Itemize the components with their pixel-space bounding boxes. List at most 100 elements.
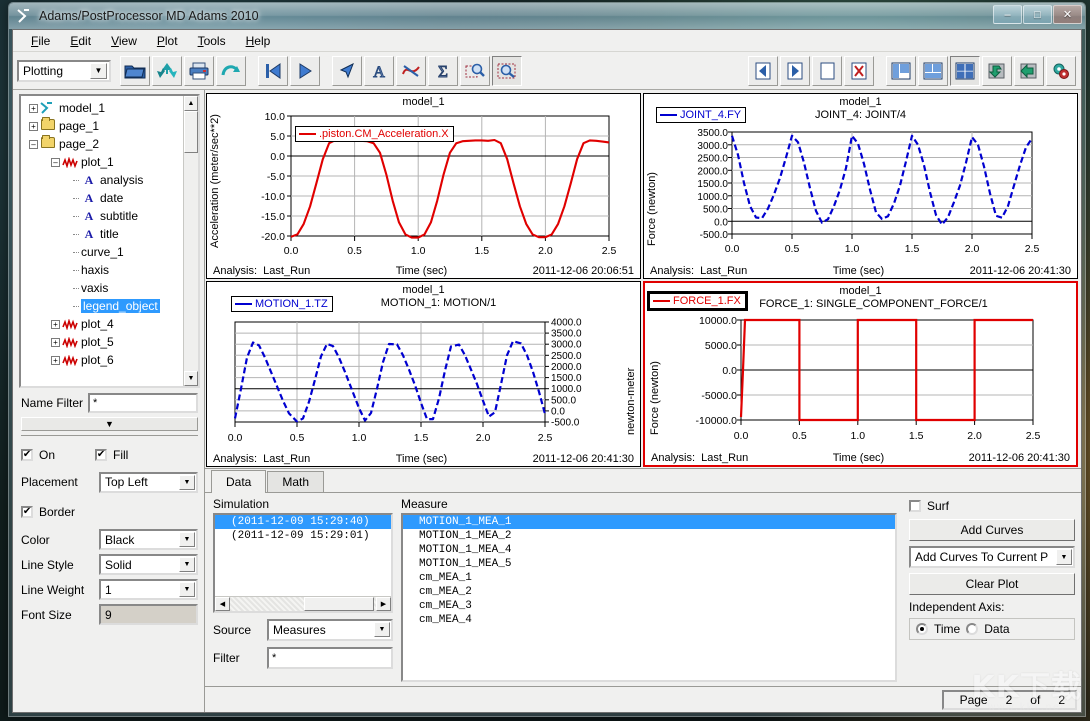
delete-page-button[interactable]: [844, 56, 874, 86]
swap-views-button[interactable]: [982, 56, 1012, 86]
scroll-left-icon[interactable]: ◀: [215, 597, 230, 611]
plot-legend-plot_1[interactable]: .piston.CM_Acceleration.X: [295, 126, 454, 142]
placement-combo[interactable]: Top Left ▼: [99, 472, 198, 493]
scroll-track[interactable]: [230, 597, 304, 611]
minimize-button[interactable]: –: [993, 5, 1022, 24]
tree-item-title[interactable]: A title: [25, 225, 198, 243]
filter-input[interactable]: *: [267, 647, 393, 669]
list-item[interactable]: MOTION_1_MEA_2: [403, 529, 895, 543]
undo-button[interactable]: [216, 56, 246, 86]
plot-legend-plot_5[interactable]: MOTION_1.TZ: [231, 296, 333, 312]
menu-plot[interactable]: Plot: [147, 32, 188, 50]
print-button[interactable]: [184, 56, 214, 86]
list-item[interactable]: (2011-12-09 15:29:40): [215, 515, 391, 529]
sigma-icon[interactable]: Σ: [428, 56, 458, 86]
on-checkbox[interactable]: ✔: [21, 449, 33, 461]
add-mode-combo[interactable]: Add Curves To Current P ▼: [909, 546, 1075, 568]
plot-cell-plot_4[interactable]: model_1 JOINT_4: JOINT/4 Force (newton) …: [643, 93, 1078, 279]
menu-file[interactable]: File: [21, 32, 60, 50]
data-radio[interactable]: [966, 623, 978, 635]
reload-button[interactable]: [152, 56, 182, 86]
prev-page-button[interactable]: [748, 56, 778, 86]
scroll-right-icon[interactable]: ▶: [376, 597, 391, 611]
maximize-button[interactable]: □: [1023, 5, 1052, 24]
tree-toggle-icon[interactable]: +: [51, 356, 60, 365]
next-page-button[interactable]: [290, 56, 320, 86]
tree-item-plot_6[interactable]: + plot_6: [25, 351, 198, 369]
list-item[interactable]: MOTION_1_MEA_4: [403, 543, 895, 557]
list-item[interactable]: cm_MEA_2: [403, 585, 895, 599]
layout-quad-button[interactable]: [950, 56, 980, 86]
list-item[interactable]: cm_MEA_1: [403, 571, 895, 585]
first-page-button[interactable]: [258, 56, 288, 86]
name-filter-input[interactable]: *: [88, 393, 198, 413]
add-curves-button[interactable]: Add Curves: [909, 519, 1075, 541]
list-item[interactable]: cm_MEA_3: [403, 599, 895, 613]
line-style-combo[interactable]: Solid ▼: [99, 554, 198, 575]
time-radio[interactable]: [916, 623, 928, 635]
border-checkbox[interactable]: ✔: [21, 506, 33, 518]
menu-tools[interactable]: Tools: [188, 32, 236, 50]
open-folder-button[interactable]: [120, 56, 150, 86]
zoom-box-button[interactable]: [460, 56, 490, 86]
color-combo[interactable]: Black ▼: [99, 529, 198, 550]
tree-item-page_2[interactable]: – page_2: [25, 135, 198, 153]
plot-legend-plot_6[interactable]: FORCE_1.FX: [647, 291, 748, 311]
magnifier-icon[interactable]: [492, 56, 522, 86]
tree-item-page_1[interactable]: + page_1: [25, 117, 198, 135]
tree-item-vaxis[interactable]: vaxis: [25, 279, 198, 297]
close-button[interactable]: ✕: [1053, 5, 1082, 24]
menu-edit[interactable]: Edit: [60, 32, 101, 50]
tree-item-model_1[interactable]: + model_1: [25, 99, 198, 117]
surf-checkbox[interactable]: [909, 500, 921, 512]
measure-listbox[interactable]: MOTION_1_MEA_1 MOTION_1_MEA_2 MOTION_1_M…: [401, 513, 897, 682]
list-item[interactable]: MOTION_1_MEA_1: [403, 515, 895, 529]
curve-tool-button[interactable]: [396, 56, 426, 86]
letter-a-icon[interactable]: A: [364, 56, 394, 86]
list-item[interactable]: MOTION_1_MEA_5: [403, 557, 895, 571]
simulation-hscrollbar[interactable]: ◀ ▶: [215, 596, 391, 611]
layout-left-button[interactable]: [886, 56, 916, 86]
tree-toggle-icon[interactable]: +: [29, 104, 38, 113]
scroll-down-icon[interactable]: ▼: [184, 371, 198, 386]
menu-view[interactable]: View: [101, 32, 147, 50]
tab-data[interactable]: Data: [211, 470, 266, 493]
clear-plot-button[interactable]: Clear Plot: [909, 573, 1075, 595]
tree-item-date[interactable]: A date: [25, 189, 198, 207]
line-weight-combo[interactable]: 1 ▼: [99, 579, 198, 600]
scroll-thumb[interactable]: [304, 597, 374, 611]
tree-item-subtitle[interactable]: A subtitle: [25, 207, 198, 225]
tree-item-plot_1[interactable]: – plot_1: [25, 153, 198, 171]
tree-item-legend_object[interactable]: legend_object: [25, 297, 198, 315]
layout-split-button[interactable]: [918, 56, 948, 86]
tree-item-plot_5[interactable]: + plot_5: [25, 333, 198, 351]
tree-vertical-scrollbar[interactable]: ▲ ▼: [183, 96, 198, 386]
tree-toggle-icon[interactable]: –: [29, 140, 38, 149]
scroll-thumb[interactable]: [184, 111, 198, 153]
simulation-listbox[interactable]: (2011-12-09 15:29:40) (2011-12-09 15:29:…: [213, 513, 393, 613]
return-button[interactable]: [1014, 56, 1044, 86]
tree-toggle-icon[interactable]: +: [29, 122, 38, 131]
object-tree[interactable]: + model_1 + page_1 –: [19, 94, 200, 388]
tree-item-plot_4[interactable]: + plot_4: [25, 315, 198, 333]
plot-cell-plot_6[interactable]: model_1 FORCE_1: SINGLE_COMPONENT_FORCE/…: [643, 281, 1078, 467]
gears-icon[interactable]: [1046, 56, 1076, 86]
new-page-button[interactable]: [812, 56, 842, 86]
source-combo[interactable]: Measures ▼: [267, 619, 393, 641]
mode-combo[interactable]: Plotting ▼: [17, 60, 111, 82]
list-item[interactable]: cm_MEA_4: [403, 613, 895, 627]
tree-toggle-icon[interactable]: +: [51, 338, 60, 347]
font-size-field[interactable]: 9: [99, 604, 198, 625]
collapse-panel-button[interactable]: ▼: [21, 417, 198, 431]
plot-legend-plot_4[interactable]: JOINT_4.FY: [656, 107, 746, 123]
tree-item-curve_1[interactable]: curve_1: [25, 243, 198, 261]
fill-checkbox[interactable]: ✔: [95, 449, 107, 461]
select-tool-button[interactable]: [332, 56, 362, 86]
list-item[interactable]: (2011-12-09 15:29:01): [215, 529, 391, 543]
plot-cell-plot_5[interactable]: model_1 MOTION_1: MOTION/1 newton-meter: [206, 281, 641, 467]
menu-help[interactable]: Help: [236, 32, 281, 50]
plot-cell-plot_1[interactable]: model_1 Acceleration (meter/sec**2) 10.0…: [206, 93, 641, 279]
tree-toggle-icon[interactable]: –: [51, 158, 60, 167]
next-page-button-2[interactable]: [780, 56, 810, 86]
tree-item-haxis[interactable]: haxis: [25, 261, 198, 279]
